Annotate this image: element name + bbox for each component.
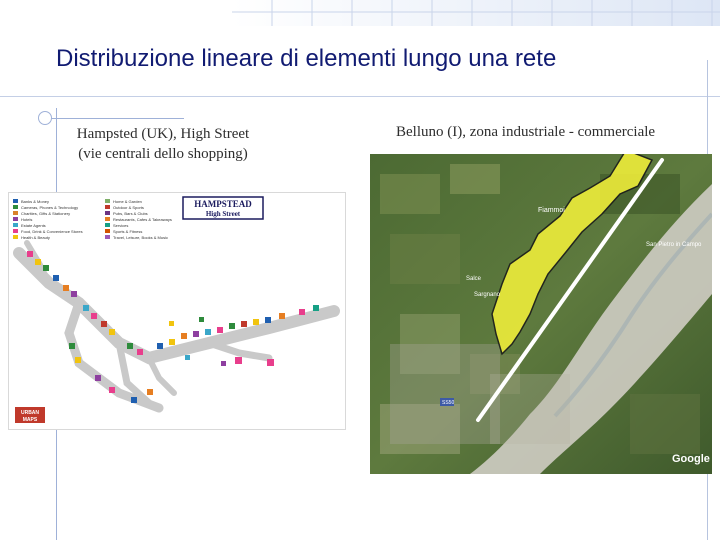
legend-item: Sports & Fitness: [113, 229, 142, 234]
legend-item: Restaurants, Cafes & Takeaways: [113, 217, 172, 222]
logo-line1: HAMPSTEAD: [194, 199, 252, 209]
left-caption-line2: (vie centrali dello shopping): [78, 146, 248, 162]
legend-item: Health & Beauty: [21, 235, 50, 240]
legend-item: Pubs, Bars & Clubs: [113, 211, 148, 216]
legend-item: Home & Garden: [113, 199, 142, 204]
legend-item: Cameras, Phones & Technology: [21, 205, 78, 210]
decorative-grid: [232, 0, 720, 26]
left-caption-line1: Hampsted (UK), High Street: [76, 126, 250, 142]
place-label: San Pietro in Campo: [646, 242, 702, 248]
hampstead-street-map: Banks & Money Cameras, Phones & Technolo…: [8, 192, 346, 430]
legend-col1: Banks & Money Cameras, Phones & Technolo…: [13, 199, 83, 240]
street-network: [13, 240, 340, 413]
place-label: Salce: [466, 276, 482, 282]
legend-item: Charities, Gifts & Stationery: [21, 211, 70, 216]
urban-maps-line1: URBAN: [21, 410, 39, 416]
left-horizontal-rule: [44, 118, 184, 119]
legend-item: Estate Agents: [21, 223, 46, 228]
legend-col2: Home & Garden Outdoor & Sports Pubs, Bar…: [105, 199, 172, 240]
legend-item: Food, Drink & Convenience Stores: [21, 229, 83, 234]
legend-item: Hotels: [21, 217, 32, 222]
legend-item: Outdoor & Sports: [113, 205, 144, 210]
urban-maps-logo: URBAN MAPS: [15, 407, 45, 423]
urban-maps-line2: MAPS: [23, 417, 38, 423]
belluno-map-svg: Fiammoi San Pietro in Campo Salce Sargna…: [370, 154, 712, 474]
hampstead-logo: HAMPSTEAD High Street: [182, 196, 264, 220]
road-shield: SS50: [442, 400, 454, 406]
legend-item: Banks & Money: [21, 199, 49, 204]
hampstead-map-svg: Banks & Money Cameras, Phones & Technolo…: [13, 196, 340, 423]
left-caption: Hampsted (UK), High Street (vie centrali…: [60, 124, 266, 164]
slide-title: Distribuzione lineare di elementi lungo …: [56, 45, 557, 72]
right-caption: Belluno (I), zona industriale - commerci…: [396, 124, 656, 140]
logo-line2: High Street: [206, 210, 241, 218]
belluno-satellite-map: Fiammoi San Pietro in Campo Salce Sargna…: [370, 154, 712, 474]
title-divider: [0, 96, 720, 97]
bullet-circle-decoration: [38, 111, 52, 125]
google-watermark: Google: [672, 453, 710, 465]
legend-item: Travel, Leisure, Books & Music: [113, 235, 168, 240]
place-label: Fiammoi: [538, 207, 565, 214]
legend-item: Services: [113, 223, 128, 228]
place-label: Sargnano: [474, 292, 501, 298]
